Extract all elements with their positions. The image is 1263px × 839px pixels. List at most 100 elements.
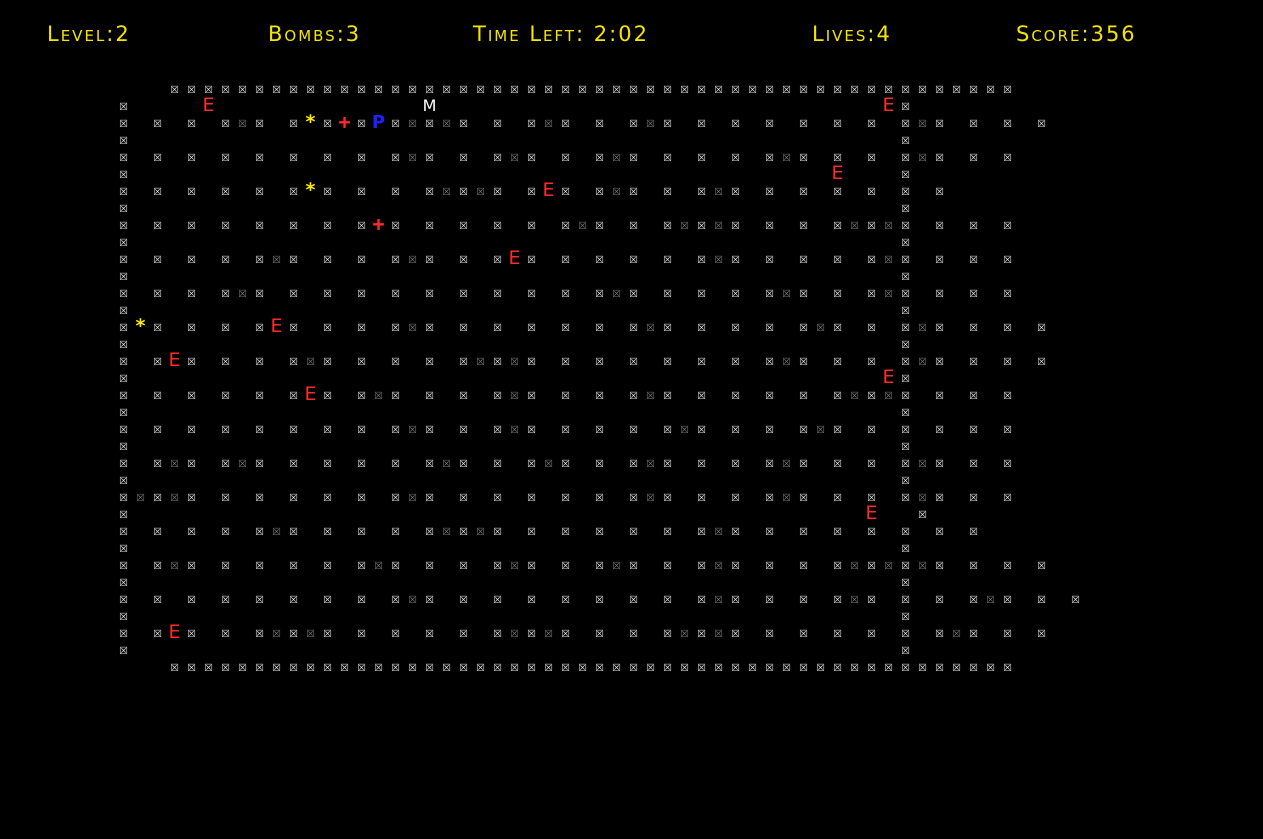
wall-block: ☒ (509, 657, 520, 675)
wall-block: ☒ (594, 419, 605, 437)
wall-block: ☒ (934, 79, 945, 97)
wall-block: ☒ (254, 657, 265, 675)
wall-block: ☒ (832, 283, 843, 301)
wall-block: ☒ (832, 215, 843, 233)
wall-block: ☒ (900, 164, 911, 182)
wall-block: ☒ (628, 555, 639, 573)
wall-block: ☒ (152, 113, 163, 131)
wall-block: ☒ (560, 385, 571, 403)
soft-block: ☒ (781, 351, 792, 369)
soft-block: ☒ (679, 419, 690, 437)
wall-block: ☒ (900, 96, 911, 114)
wall-block: ☒ (356, 623, 367, 641)
wall-block: ☒ (866, 555, 877, 573)
wall-block: ☒ (186, 181, 197, 199)
wall-block: ☒ (356, 555, 367, 573)
soft-block: ☒ (713, 249, 724, 267)
wall-block: ☒ (220, 385, 231, 403)
wall-block: ☒ (917, 79, 928, 97)
wall-block: ☒ (169, 657, 180, 675)
wall-block: ☒ (900, 572, 911, 590)
wall-block: ☒ (322, 215, 333, 233)
wall-block: ☒ (968, 249, 979, 267)
wall-block: ☒ (186, 351, 197, 369)
wall-block: ☒ (968, 317, 979, 335)
wall-block: ☒ (730, 487, 741, 505)
wall-block: ☒ (492, 249, 503, 267)
wall-block: ☒ (764, 317, 775, 335)
wall-block: ☒ (424, 249, 435, 267)
wall-block: ☒ (696, 249, 707, 267)
wall-block: ☒ (798, 521, 809, 539)
wall-block: ☒ (118, 164, 129, 182)
soft-block: ☒ (509, 351, 520, 369)
soft-block: ☒ (611, 147, 622, 165)
wall-block: ☒ (594, 317, 605, 335)
wall-block: ☒ (900, 657, 911, 675)
wall-block: ☒ (662, 657, 673, 675)
wall-block: ☒ (254, 283, 265, 301)
wall-block: ☒ (543, 79, 554, 97)
wall-block: ☒ (271, 657, 282, 675)
wall-block: ☒ (560, 419, 571, 437)
wall-block: ☒ (458, 181, 469, 199)
soft-block: ☒ (713, 555, 724, 573)
wall-block: ☒ (764, 215, 775, 233)
wall-block: ☒ (798, 79, 809, 97)
soft-block: ☒ (373, 385, 384, 403)
wall-block: ☒ (254, 419, 265, 437)
wall-block: ☒ (696, 589, 707, 607)
wall-block: ☒ (390, 385, 401, 403)
wall-block: ☒ (492, 589, 503, 607)
wall-block: ☒ (458, 215, 469, 233)
wall-block: ☒ (662, 453, 673, 471)
wall-block: ☒ (152, 283, 163, 301)
soft-block: ☒ (713, 589, 724, 607)
wall-block: ☒ (186, 555, 197, 573)
wall-block: ☒ (373, 79, 384, 97)
wall-block: ☒ (390, 113, 401, 131)
wall-block: ☒ (764, 351, 775, 369)
wall-block: ☒ (730, 283, 741, 301)
wall-block: ☒ (849, 657, 860, 675)
wall-block: ☒ (900, 283, 911, 301)
wall-block: ☒ (492, 385, 503, 403)
wall-block: ☒ (628, 521, 639, 539)
wall-block: ☒ (628, 351, 639, 369)
wall-block: ☒ (594, 385, 605, 403)
wall-block: ☒ (866, 419, 877, 437)
wall-block: ☒ (254, 351, 265, 369)
wall-block: ☒ (1070, 589, 1081, 607)
wall-block: ☒ (934, 249, 945, 267)
soft-block: ☒ (951, 623, 962, 641)
wall-block: ☒ (203, 657, 214, 675)
wall-block: ☒ (186, 283, 197, 301)
wall-block: ☒ (288, 351, 299, 369)
soft-block: ☒ (271, 623, 282, 641)
wall-block: ☒ (594, 521, 605, 539)
wall-block: ☒ (594, 215, 605, 233)
soft-block: ☒ (407, 419, 418, 437)
wall-block: ☒ (356, 487, 367, 505)
wall-block: ☒ (696, 453, 707, 471)
wall-block: ☒ (900, 487, 911, 505)
enemy-sprite: E (865, 502, 878, 524)
wall-block: ☒ (458, 249, 469, 267)
wall-block: ☒ (866, 317, 877, 335)
wall-block: ☒ (356, 351, 367, 369)
wall-block: ☒ (492, 283, 503, 301)
wall-block: ☒ (866, 385, 877, 403)
wall-block: ☒ (424, 215, 435, 233)
wall-block: ☒ (730, 113, 741, 131)
wall-block: ☒ (832, 623, 843, 641)
wall-block: ☒ (1036, 113, 1047, 131)
wall-block: ☒ (152, 487, 163, 505)
soft-block: ☒ (441, 113, 452, 131)
wall-block: ☒ (526, 215, 537, 233)
wall-block: ☒ (424, 555, 435, 573)
wall-block: ☒ (390, 589, 401, 607)
soft-block: ☒ (679, 623, 690, 641)
wall-block: ☒ (118, 623, 129, 641)
wall-block: ☒ (526, 555, 537, 573)
soft-block: ☒ (849, 555, 860, 573)
